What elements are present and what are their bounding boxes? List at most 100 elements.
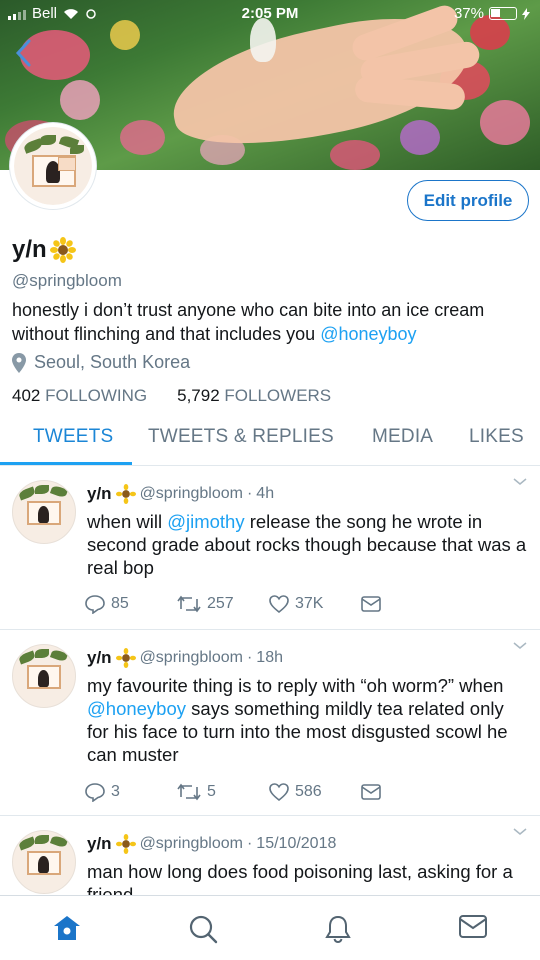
heart-icon [269, 783, 289, 802]
retweet-button[interactable]: 5 [176, 783, 268, 801]
tweet-author-name: y/n [87, 484, 112, 503]
tweet-author-name: y/n [87, 834, 112, 853]
profile-name-text: y/n [12, 236, 47, 263]
retweet-button[interactable]: 257 [176, 595, 268, 613]
sunflower-icon [49, 237, 76, 263]
tweet-author-handle: @springbloom [139, 649, 243, 666]
tweet-text-part: when will [87, 511, 168, 532]
tweet-text-part: man how long does food poisoning last, a… [87, 861, 513, 895]
heart-icon [269, 595, 289, 614]
profile-avatar[interactable] [10, 123, 96, 209]
like-count: 37K [295, 595, 324, 612]
bio-mention-link[interactable]: @honeyboy [320, 324, 416, 344]
status-bar: Bell 2:05 PM 37% [0, 0, 540, 28]
tweet-timestamp: 15/10/2018 [256, 835, 337, 852]
retweet-icon [177, 783, 201, 801]
retweet-count: 257 [207, 595, 234, 612]
reply-icon [85, 783, 105, 802]
like-button[interactable]: 37K [268, 594, 360, 614]
nav-home[interactable] [52, 914, 82, 947]
direct-message-button[interactable] [360, 783, 382, 801]
tweet-item[interactable]: y/n @springbloom · 4h when will @jimothy… [0, 466, 540, 630]
tweet-header: y/n @springbloom · 18h [87, 648, 283, 668]
profile-tabs: TWEETS TWEETS & REPLIES MEDIA LIKES [0, 414, 540, 466]
battery-icon [489, 7, 517, 20]
tweet-avatar[interactable] [12, 644, 76, 708]
tweet-mention-link[interactable]: @honeyboy [87, 698, 186, 719]
separator-dot: · [246, 649, 253, 666]
tweet-timestamp: 18h [256, 649, 283, 666]
tweet-text-part: my favourite thing is to reply with “oh … [87, 675, 504, 696]
chevron-down-icon [513, 642, 527, 649]
following-count-link[interactable]: 402 FOLLOWING [12, 386, 147, 406]
search-icon [189, 915, 218, 944]
tweet-item[interactable]: y/n @springbloom · 18h my favourite thin… [0, 630, 540, 816]
tweet-menu-button[interactable] [512, 474, 528, 492]
separator-dot: · [246, 835, 253, 852]
sunflower-icon [115, 484, 136, 504]
following-label: FOLLOWING [45, 386, 148, 405]
nav-search[interactable] [188, 914, 218, 949]
tab-tweets[interactable]: TWEETS [33, 426, 113, 448]
profile-handle: @springbloom [12, 271, 122, 290]
location-pin-icon [12, 352, 26, 373]
tweet-author-name: y/n [87, 648, 112, 667]
location-text: Seoul, South Korea [34, 352, 191, 372]
home-icon [54, 916, 80, 940]
sunflower-icon [115, 648, 136, 668]
tweet-item[interactable]: y/n @springbloom · 15/10/2018 man how lo… [0, 816, 540, 895]
tweet-avatar[interactable] [12, 480, 76, 544]
direct-message-button[interactable] [360, 595, 382, 613]
tweet-header: y/n @springbloom · 4h [87, 484, 274, 504]
reply-count: 85 [111, 595, 129, 612]
active-tab-indicator [0, 462, 132, 465]
envelope-icon [361, 784, 381, 800]
reply-button[interactable]: 85 [84, 594, 176, 614]
retweet-count: 5 [207, 783, 216, 800]
tweet-text: my favourite thing is to reply with “oh … [87, 674, 527, 766]
tweet-header: y/n @springbloom · 15/10/2018 [87, 834, 336, 854]
battery-percent: 37% [453, 5, 484, 22]
like-count: 586 [295, 783, 322, 800]
tweet-actions: 3 5 586 [84, 782, 382, 802]
bottom-navigation [0, 895, 540, 960]
separator-dot: · [246, 485, 253, 502]
nav-notifications[interactable] [323, 914, 353, 949]
tweet-menu-button[interactable] [512, 824, 528, 842]
nav-messages[interactable] [458, 914, 488, 945]
envelope-icon [459, 915, 487, 938]
bell-icon [325, 915, 351, 944]
reply-count: 3 [111, 783, 120, 800]
back-button[interactable] [14, 38, 32, 73]
tab-likes[interactable]: LIKES [469, 426, 524, 448]
edit-profile-button[interactable]: Edit profile [407, 180, 529, 221]
tweet-text: man how long does food poisoning last, a… [87, 860, 527, 895]
followers-label: FOLLOWERS [224, 386, 332, 405]
follow-counts: 402 FOLLOWING 5,792 FOLLOWERS [12, 386, 331, 406]
charging-icon [522, 7, 530, 20]
reply-icon [85, 595, 105, 614]
profile-location: Seoul, South Korea [12, 352, 190, 373]
tab-media[interactable]: MEDIA [372, 426, 433, 448]
followers-count-link[interactable]: 5,792 FOLLOWERS [177, 386, 331, 406]
tweet-timestamp: 4h [256, 485, 275, 502]
retweet-icon [177, 595, 201, 613]
tweet-menu-button[interactable] [512, 638, 528, 656]
tweet-avatar[interactable] [12, 830, 76, 894]
tweet-text: when will @jimothy release the song he w… [87, 510, 527, 579]
tweet-author-handle: @springbloom [139, 835, 243, 852]
like-button[interactable]: 586 [268, 782, 360, 802]
chevron-down-icon [513, 478, 527, 485]
followers-count: 5,792 [177, 386, 220, 405]
reply-button[interactable]: 3 [84, 782, 176, 802]
tweet-author-handle: @springbloom [139, 485, 243, 502]
tweet-actions: 85 257 37K [84, 594, 382, 614]
following-count: 402 [12, 386, 41, 405]
profile-bio: honestly i don’t trust anyone who can bi… [12, 298, 532, 346]
tab-tweets-replies[interactable]: TWEETS & REPLIES [148, 426, 334, 448]
envelope-icon [361, 596, 381, 612]
profile-name: y/n [12, 236, 76, 264]
tweet-mention-link[interactable]: @jimothy [167, 511, 244, 532]
sunflower-icon [115, 834, 136, 854]
chevron-left-icon [15, 39, 31, 67]
